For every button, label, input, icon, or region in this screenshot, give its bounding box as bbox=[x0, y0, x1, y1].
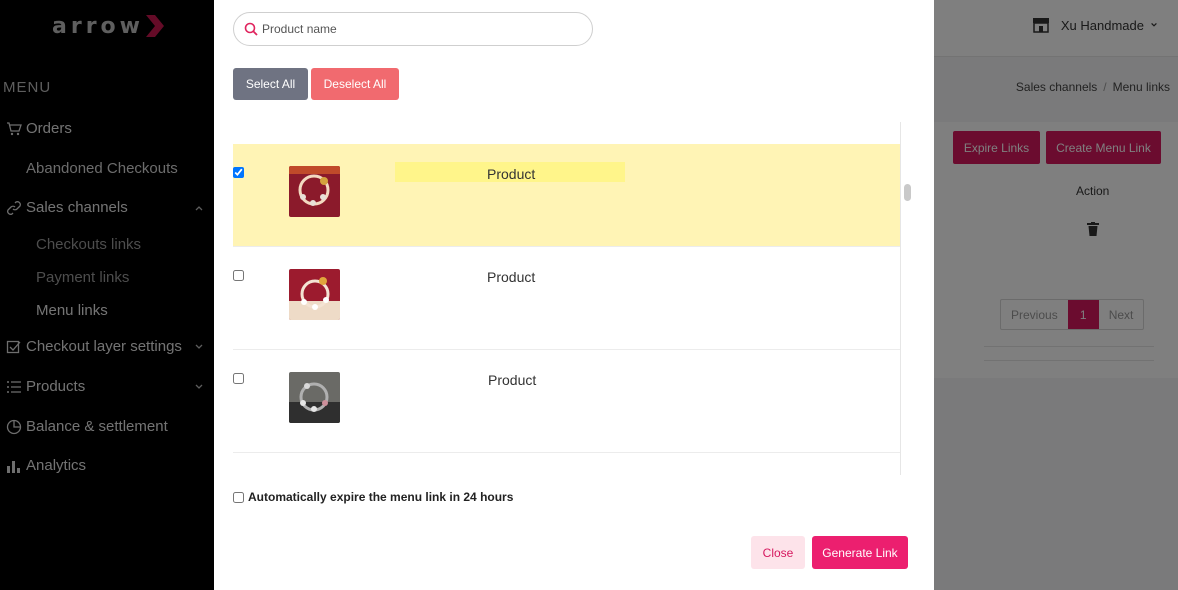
auto-expire-checkbox[interactable] bbox=[233, 491, 244, 503]
product-name: Product bbox=[488, 372, 537, 388]
product-row[interactable]: Product bbox=[233, 144, 900, 247]
product-list[interactable]: Product Product Product bbox=[233, 122, 915, 475]
auto-expire-label: Automatically expire the menu link in 24… bbox=[248, 490, 514, 504]
product-image bbox=[289, 269, 340, 320]
product-row[interactable] bbox=[233, 453, 900, 475]
list-scrollbar-thumb[interactable] bbox=[904, 184, 911, 201]
product-row[interactable]: Product bbox=[233, 350, 900, 453]
product-select-modal: Select All Deselect All Product Product bbox=[214, 0, 934, 590]
product-checkbox[interactable] bbox=[233, 373, 244, 384]
product-checkbox[interactable] bbox=[233, 270, 244, 281]
search-input[interactable] bbox=[262, 22, 562, 36]
deselect-all-button[interactable]: Deselect All bbox=[311, 68, 399, 100]
product-image bbox=[289, 166, 340, 217]
search-box bbox=[233, 12, 593, 46]
close-button[interactable]: Close bbox=[751, 536, 805, 569]
list-scrollbar[interactable] bbox=[900, 122, 915, 475]
auto-expire-option[interactable]: Automatically expire the menu link in 24… bbox=[233, 490, 513, 504]
generate-link-button[interactable]: Generate Link bbox=[812, 536, 908, 569]
product-row[interactable]: Product bbox=[233, 247, 900, 350]
product-checkbox[interactable] bbox=[233, 167, 244, 178]
product-name: Product bbox=[487, 269, 536, 285]
product-name: Product bbox=[487, 166, 536, 182]
select-all-button[interactable]: Select All bbox=[233, 68, 308, 100]
product-image bbox=[289, 372, 340, 423]
search-icon bbox=[244, 22, 258, 36]
